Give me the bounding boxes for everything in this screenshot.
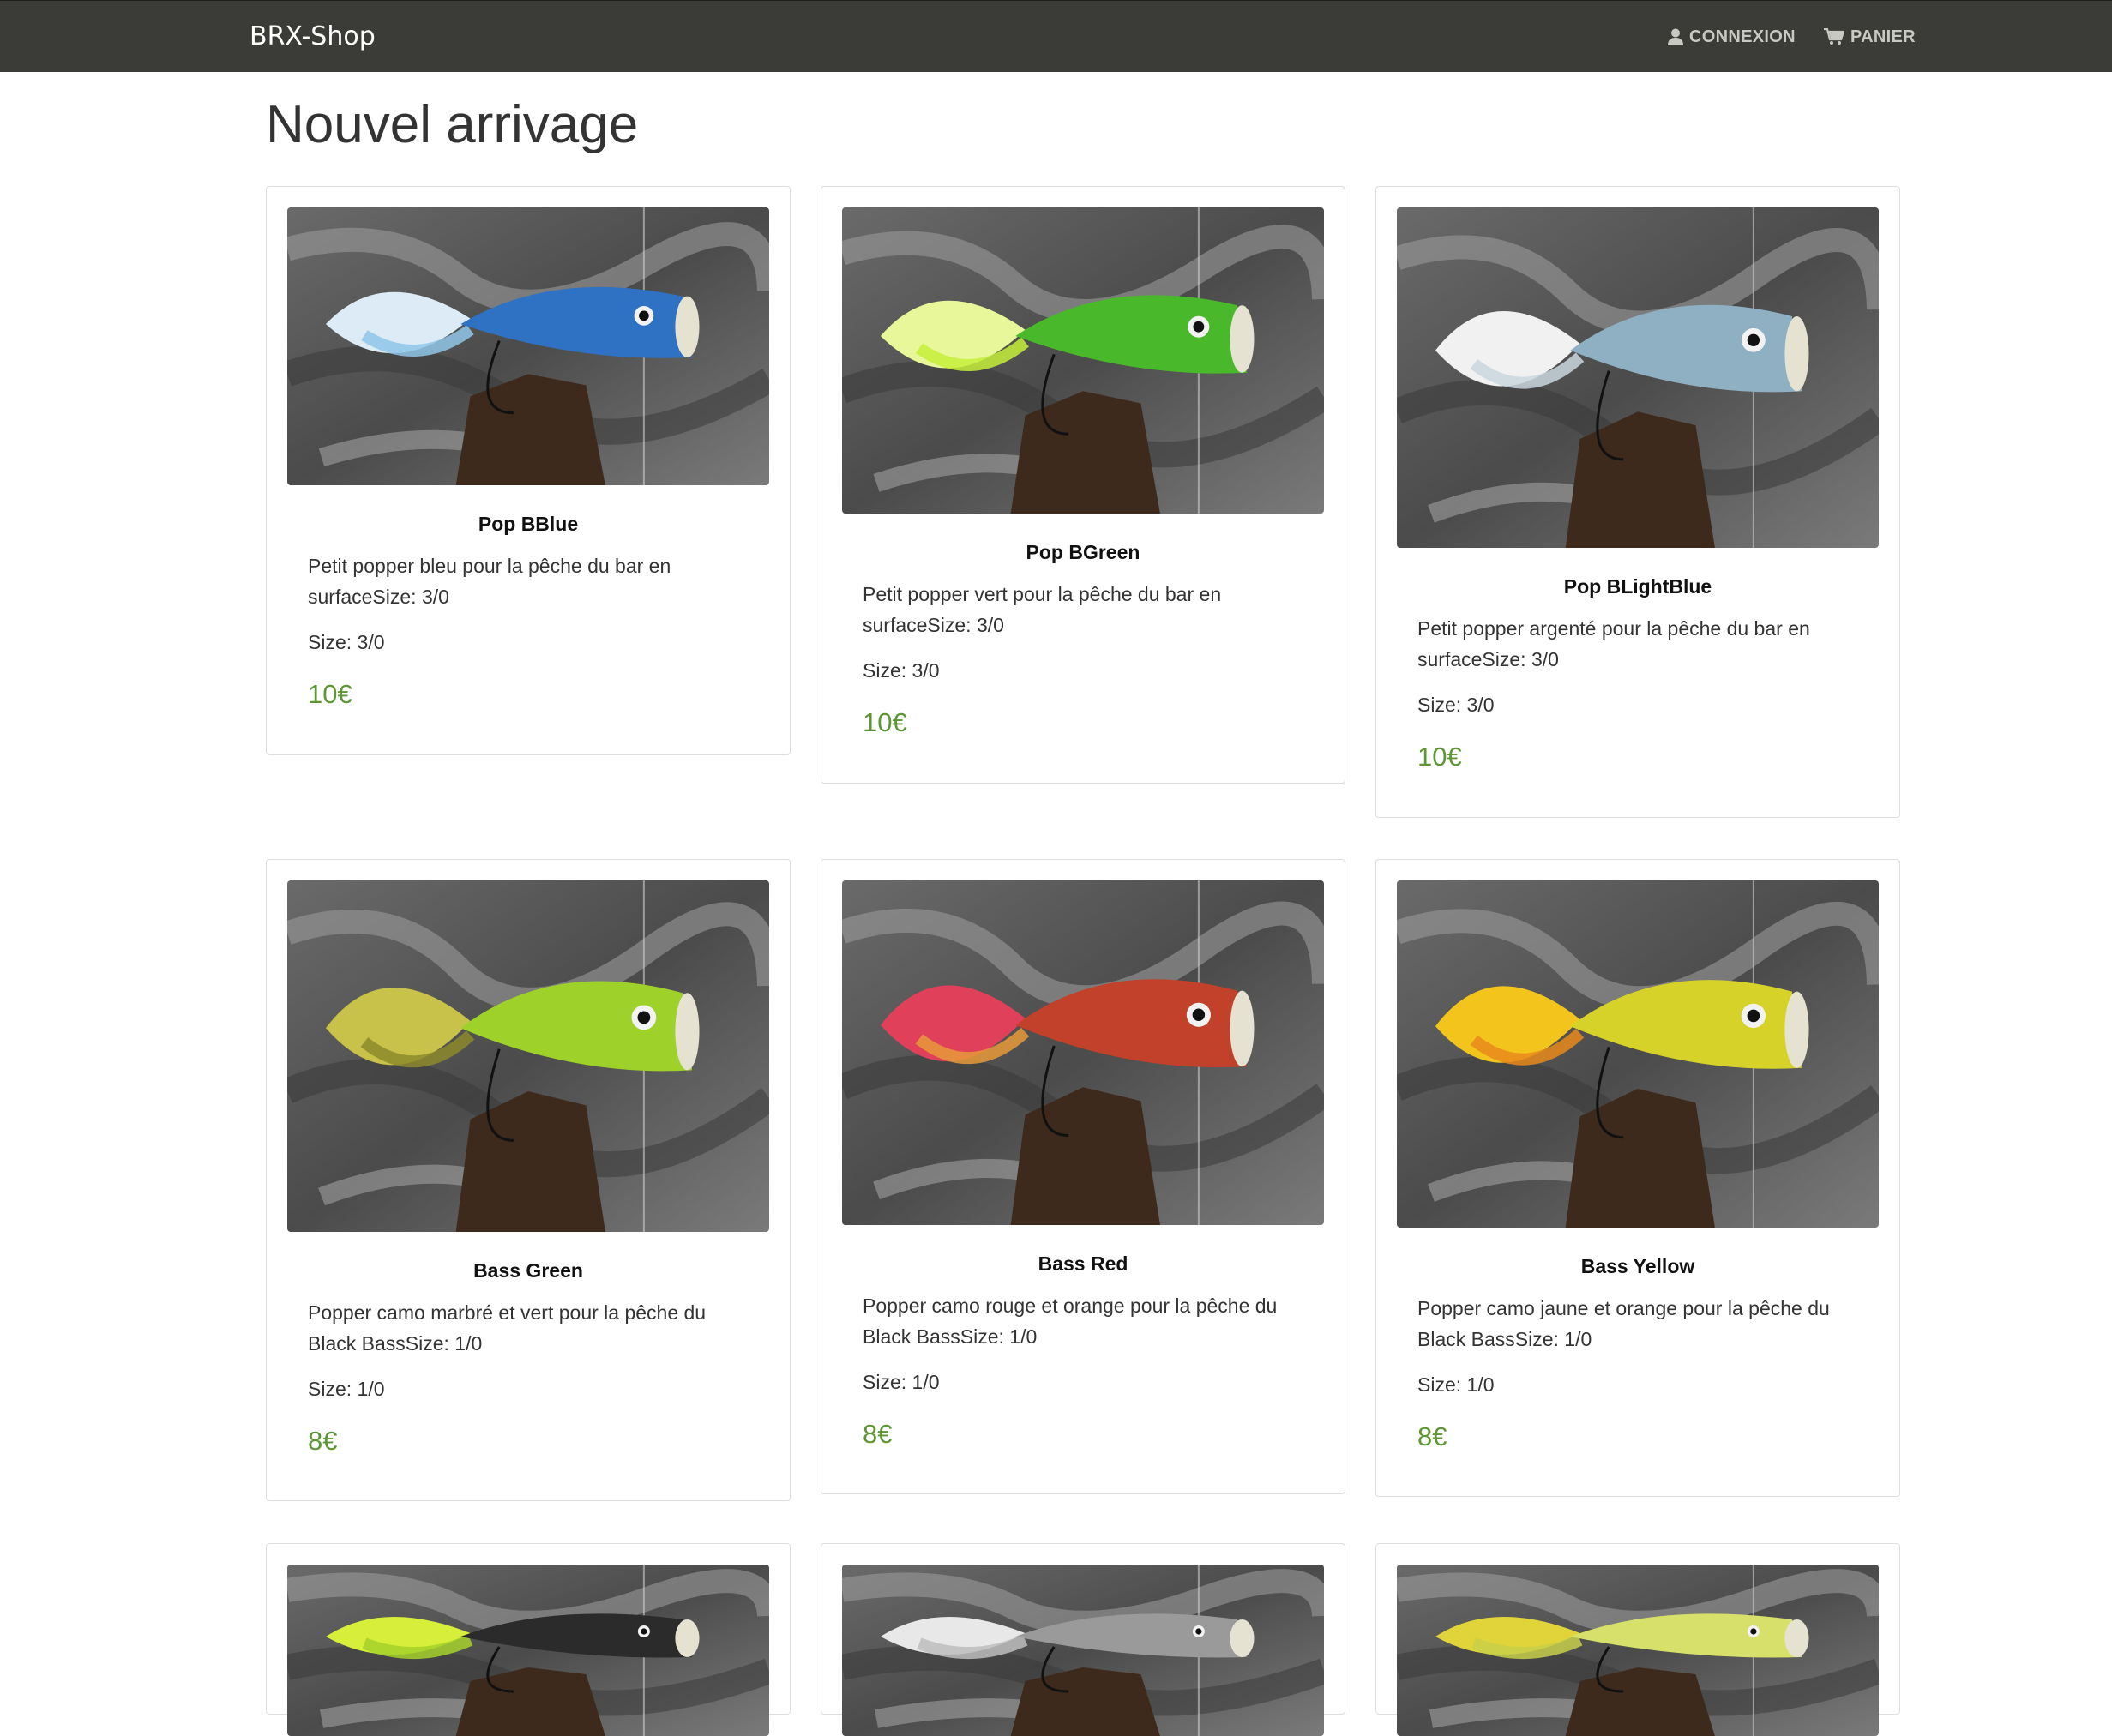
product-card[interactable] [821,1543,1345,1736]
cart-link[interactable]: PANIER [1824,23,1916,51]
product-price: 10€ [308,679,352,709]
product-image[interactable] [842,1565,1324,1736]
product-card[interactable] [266,1543,791,1736]
product-price: 10€ [1417,742,1462,772]
product-name[interactable]: Pop BBlue [267,511,790,537]
cart-label: PANIER [1850,27,1916,46]
product-name[interactable]: Pop BLightBlue [1376,574,1899,599]
product-image[interactable] [842,880,1324,1225]
product-description: Petit popper vert pour la pêche du bar e… [863,583,1222,636]
product-image[interactable] [287,207,769,485]
product-name[interactable]: Bass Yellow [1376,1253,1899,1279]
product-description: Popper camo marbré et vert pour la pêche… [308,1301,707,1355]
product-description: Petit popper bleu pour la pêche du bar e… [308,555,671,608]
product-image[interactable] [287,880,769,1232]
product-price: 8€ [308,1426,338,1456]
product-card[interactable] [1375,1543,1900,1736]
page-title: Nouvel arrivage [266,95,639,154]
product-size: Size: 3/0 [1417,694,1495,716]
product-image[interactable] [1397,1565,1879,1736]
product-image[interactable] [842,207,1324,514]
product-description: Petit popper argenté pour la pêche du ba… [1417,617,1810,670]
product-size: Size: 3/0 [863,659,940,682]
brand-logo-link[interactable]: BRX-Shop [250,20,376,54]
product-name[interactable]: Bass Green [267,1258,790,1283]
product-name[interactable]: Bass Red [821,1251,1345,1276]
login-label: CONNEXION [1689,27,1796,46]
user-icon [1668,28,1683,45]
product-card[interactable]: Pop BLightBlue Petit popper argenté pour … [1375,186,1900,818]
product-price: 10€ [863,707,907,737]
product-description: Popper camo rouge et orange pour la pêch… [863,1294,1278,1348]
product-image[interactable] [287,1565,769,1736]
login-link[interactable]: CONNEXION [1668,23,1796,51]
product-image[interactable] [1397,207,1879,548]
product-card[interactable]: Pop BBlue Petit popper bleu pour la pêche… [266,186,791,755]
product-card[interactable]: Bass Red Popper camo rouge et orange pour… [821,859,1345,1494]
product-size: Size: 3/0 [308,631,385,653]
product-size: Size: 1/0 [1417,1373,1495,1396]
cart-icon [1824,28,1844,45]
product-size: Size: 1/0 [308,1378,385,1400]
product-card[interactable]: Pop BGreen Petit popper vert pour la pêch… [821,186,1345,784]
product-price: 8€ [1417,1421,1447,1451]
top-navbar: BRX-Shop CONNEXION PANIER [0,0,2112,72]
product-card[interactable]: Bass Yellow Popper camo jaune et orange p… [1375,859,1900,1497]
product-image[interactable] [1397,880,1879,1228]
product-description: Popper camo jaune et orange pour la pêch… [1417,1297,1830,1350]
product-price: 8€ [863,1419,893,1449]
product-card[interactable]: Bass Green Popper camo marbré et vert pou… [266,859,791,1501]
product-size: Size: 1/0 [863,1371,940,1393]
product-name[interactable]: Pop BGreen [821,539,1345,565]
